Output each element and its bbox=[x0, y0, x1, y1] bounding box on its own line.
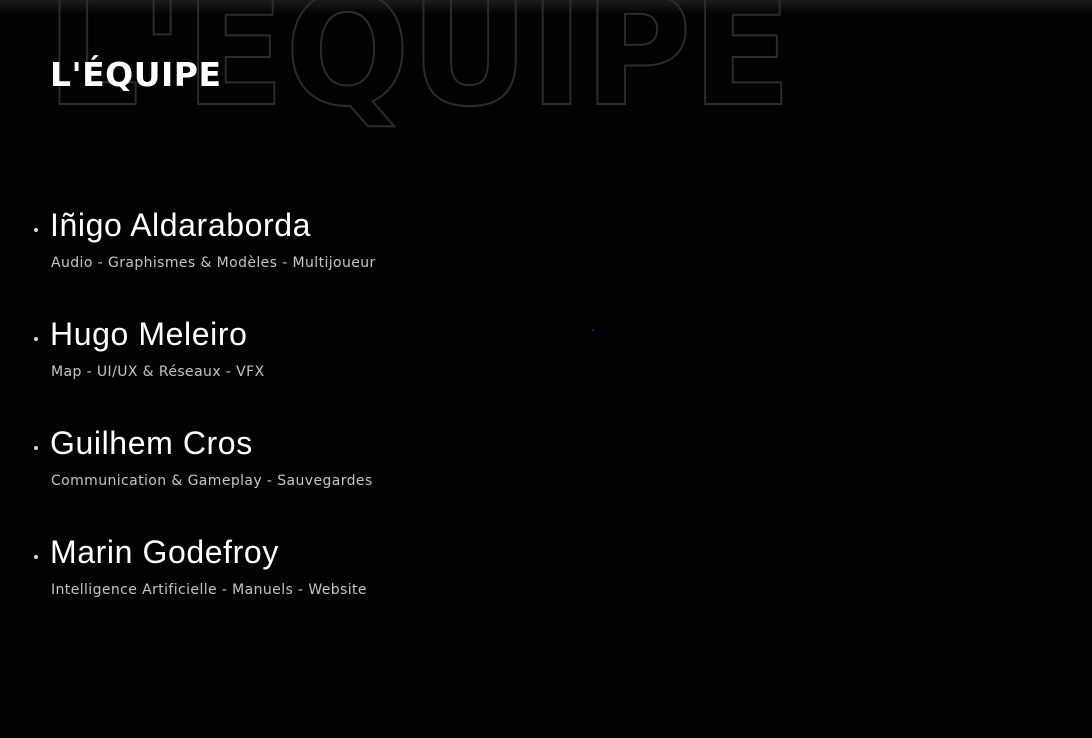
team-member: Hugo Meleiro Map - UI/UX & Réseaux - VFX bbox=[0, 315, 600, 424]
member-name: Hugo Meleiro bbox=[50, 316, 248, 352]
member-name: Marin Godefroy bbox=[50, 534, 279, 570]
team-member: Iñigo Aldaraborda Audio - Graphismes & M… bbox=[0, 206, 600, 315]
member-roles: Map - UI/UX & Réseaux - VFX bbox=[51, 364, 265, 380]
section-title: L'ÉQUIPE bbox=[50, 55, 222, 94]
member-roles: Intelligence Artificielle - Manuels - We… bbox=[51, 582, 367, 598]
bullet-icon bbox=[34, 228, 38, 232]
member-roles: Audio - Graphismes & Modèles - Multijoue… bbox=[51, 255, 376, 271]
team-member: Guilhem Cros Communication & Gameplay - … bbox=[0, 424, 600, 533]
bullet-icon bbox=[34, 446, 38, 450]
team-member: Marin Godefroy Intelligence Artificielle… bbox=[0, 533, 600, 642]
member-name: Guilhem Cros bbox=[50, 425, 253, 461]
member-roles: Communication & Gameplay - Sauvegardes bbox=[51, 473, 373, 489]
bullet-icon bbox=[34, 337, 38, 341]
bullet-icon bbox=[34, 555, 38, 559]
cursor-dot bbox=[592, 329, 594, 331]
team-list: Iñigo Aldaraborda Audio - Graphismes & M… bbox=[0, 206, 600, 642]
member-name: Iñigo Aldaraborda bbox=[50, 207, 312, 243]
